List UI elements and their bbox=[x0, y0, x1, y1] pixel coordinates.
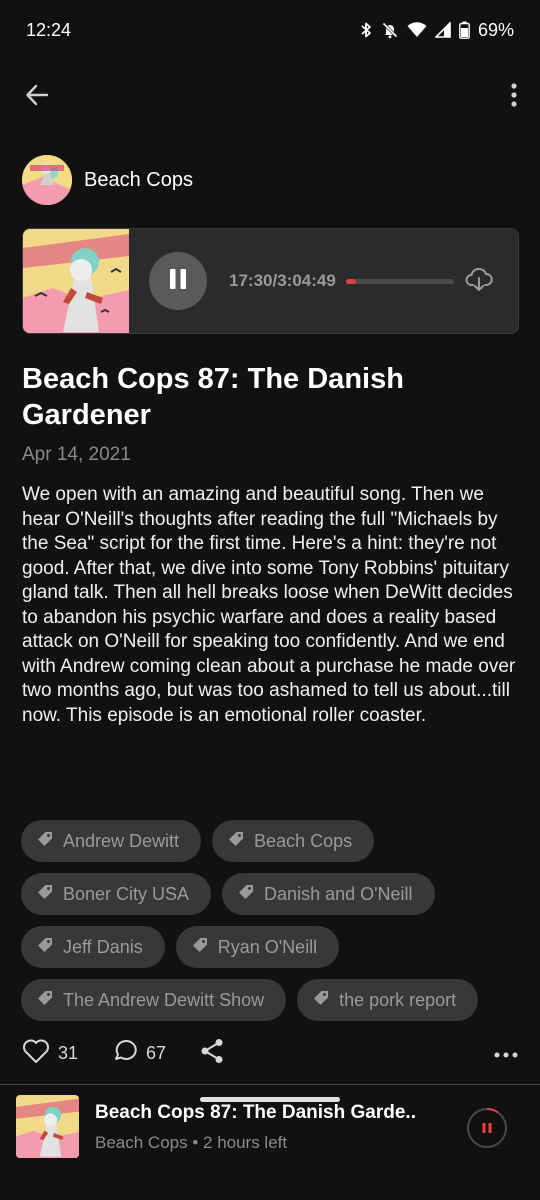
mini-player-progress-ring bbox=[486, 1108, 499, 1114]
status-bar: 12:24 69% bbox=[0, 0, 540, 60]
back-button[interactable] bbox=[18, 78, 56, 116]
tag-chip[interactable]: Danish and O'Neill bbox=[222, 873, 435, 915]
episode-artwork bbox=[23, 229, 129, 333]
player-card: 17:30/3:04:49 bbox=[22, 228, 519, 334]
home-indicator bbox=[200, 1097, 340, 1102]
battery-percent: 69% bbox=[477, 19, 514, 40]
tag-icon bbox=[37, 937, 53, 958]
tag-label: Andrew Dewitt bbox=[63, 830, 180, 851]
top-app-bar bbox=[0, 70, 540, 122]
tag-chip[interactable]: Jeff Danis bbox=[21, 926, 165, 968]
pause-icon bbox=[168, 268, 188, 295]
tag-label: Danish and O'Neill bbox=[264, 883, 413, 904]
tag-list: Andrew Dewitt Beach Cops Boner City USA … bbox=[21, 820, 521, 1021]
like-button[interactable]: 31 bbox=[22, 1038, 78, 1069]
podcast-name: Beach Cops bbox=[84, 168, 193, 191]
tag-chip[interactable]: The Andrew Dewitt Show bbox=[21, 979, 287, 1021]
episode-description: We open with an amazing and beautiful so… bbox=[22, 484, 516, 726]
more-options-button[interactable] bbox=[502, 78, 526, 116]
heart-icon bbox=[22, 1038, 50, 1069]
pause-button[interactable] bbox=[149, 252, 207, 310]
status-time: 12:24 bbox=[26, 19, 72, 40]
tag-label: Boner City USA bbox=[63, 883, 190, 904]
tag-label: The Andrew Dewitt Show bbox=[63, 989, 265, 1010]
status-icons: 69% bbox=[359, 20, 514, 41]
tag-chip[interactable]: Ryan O'Neill bbox=[175, 926, 340, 968]
arrow-back-icon bbox=[24, 82, 50, 113]
comments-button[interactable]: 67 bbox=[112, 1038, 166, 1069]
mini-player-artwork bbox=[16, 1095, 79, 1158]
tag-icon bbox=[37, 884, 53, 905]
battery-icon bbox=[459, 21, 470, 39]
comment-icon bbox=[112, 1038, 138, 1069]
notifications-off-icon bbox=[381, 21, 399, 39]
tag-icon bbox=[313, 990, 329, 1011]
tag-icon bbox=[37, 831, 53, 852]
bluetooth-icon bbox=[359, 21, 373, 39]
cellular-icon bbox=[434, 22, 451, 38]
progress-bar[interactable] bbox=[345, 278, 454, 284]
download-button[interactable] bbox=[464, 266, 494, 296]
tag-label: the pork report bbox=[339, 989, 457, 1010]
tag-icon bbox=[37, 990, 53, 1011]
tag-chip[interactable]: the pork report bbox=[297, 979, 479, 1021]
mini-player-subtitle: Beach Cops • 2 hours left bbox=[95, 1133, 288, 1152]
comment-count: 67 bbox=[146, 1042, 167, 1063]
more-horiz-icon bbox=[494, 1043, 518, 1064]
like-count: 31 bbox=[58, 1042, 79, 1063]
playback-time: 17:30/3:04:49 bbox=[229, 271, 336, 290]
tag-label: Beach Cops bbox=[254, 830, 353, 851]
tag-label: Jeff Danis bbox=[63, 936, 143, 957]
more-actions-button[interactable] bbox=[494, 1043, 518, 1064]
progress-fill bbox=[345, 278, 357, 284]
podcast-header[interactable]: Beach Cops bbox=[22, 155, 193, 205]
wifi-icon bbox=[407, 22, 427, 38]
tag-icon bbox=[192, 937, 208, 958]
tag-chip[interactable]: Andrew Dewitt bbox=[21, 820, 202, 862]
tag-chip[interactable]: Boner City USA bbox=[21, 873, 212, 915]
share-icon bbox=[200, 1038, 224, 1069]
mini-player[interactable]: Beach Cops 87: The Danish Garde.. Beach … bbox=[0, 1085, 540, 1200]
mini-player-title: Beach Cops 87: The Danish Garde.. bbox=[95, 1102, 416, 1123]
podcast-avatar bbox=[22, 155, 72, 205]
more-vert-icon bbox=[511, 82, 517, 112]
cloud-download-icon bbox=[465, 266, 493, 297]
episode-title: Beach Cops 87: The Danish Gardener bbox=[22, 363, 404, 431]
tag-icon bbox=[238, 884, 254, 905]
tag-chip[interactable]: Beach Cops bbox=[212, 820, 375, 862]
episode-date: Apr 14, 2021 bbox=[22, 444, 131, 465]
pause-icon bbox=[482, 1123, 492, 1133]
tag-icon bbox=[228, 831, 244, 852]
share-button[interactable] bbox=[200, 1038, 224, 1069]
episode-actions: 31 67 bbox=[22, 1038, 518, 1068]
tag-label: Ryan O'Neill bbox=[217, 936, 318, 957]
mini-player-pause-button[interactable] bbox=[466, 1107, 508, 1149]
